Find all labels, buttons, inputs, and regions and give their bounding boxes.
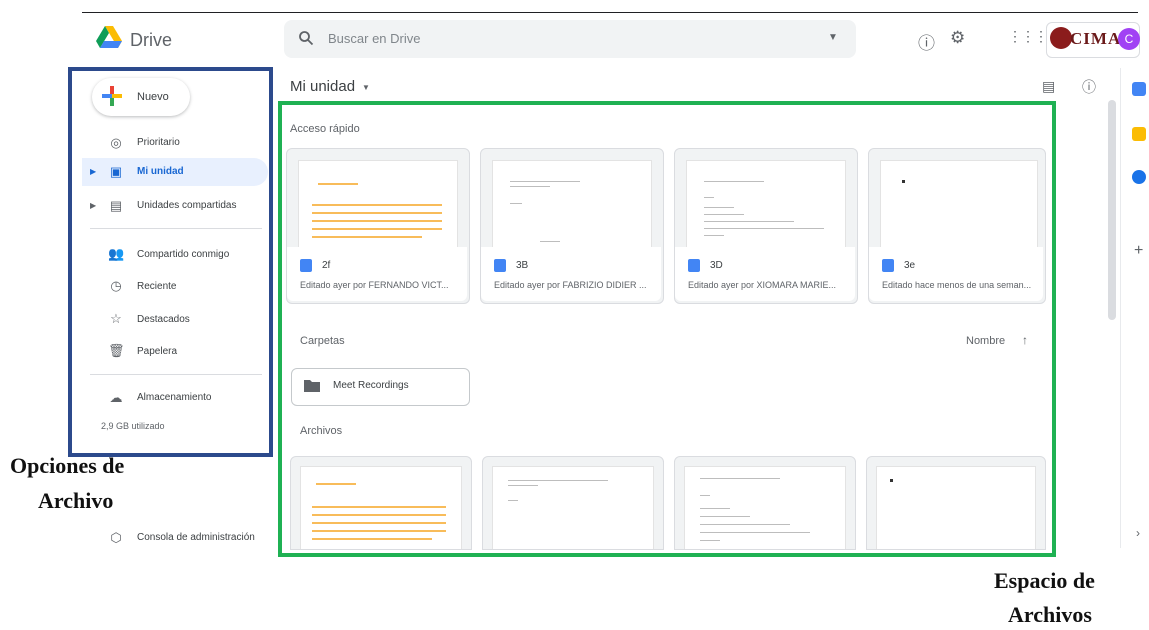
search-input[interactable]: Buscar en Drive <box>328 31 420 46</box>
org-logo-icon <box>1050 27 1072 49</box>
side-panel-divider <box>1120 68 1121 548</box>
calendar-icon[interactable] <box>1132 82 1146 96</box>
chevron-down-icon[interactable]: ▼ <box>362 83 370 92</box>
top-rule <box>82 12 1138 13</box>
help-icon[interactable]: ⓘ <box>918 29 935 54</box>
admin-console-icon: ⬡ <box>110 530 122 545</box>
app-name: Drive <box>130 30 173 50</box>
list-view-icon[interactable]: ▤ <box>1042 78 1055 95</box>
chevron-right-icon[interactable]: › <box>1136 526 1140 540</box>
settings-gear-icon[interactable]: ⚙ <box>950 28 965 48</box>
right-caption-line2: Archivos <box>1008 602 1092 627</box>
scrollbar[interactable] <box>1108 100 1116 320</box>
left-caption-line1: Opciones de <box>10 453 125 478</box>
search-options-icon[interactable]: ▼ <box>828 32 838 43</box>
file-options-highlight-box <box>68 67 273 457</box>
file-space-highlight-box <box>278 101 1056 557</box>
apps-grid-icon[interactable]: ⋮⋮⋮ <box>1008 28 1048 45</box>
right-caption-line1: Espacio de <box>994 568 1095 593</box>
tasks-icon[interactable] <box>1132 170 1146 184</box>
sidebar-item-consola-admin[interactable]: Consola de administración <box>137 532 255 543</box>
org-logo-text: CIMA <box>1070 29 1122 48</box>
drive-logo-icon <box>96 26 122 48</box>
left-caption-line2: Archivo <box>38 488 114 513</box>
add-addon-icon[interactable]: + <box>1134 242 1143 260</box>
keep-icon[interactable] <box>1132 127 1146 141</box>
search-icon[interactable] <box>298 30 314 46</box>
info-icon[interactable]: ⓘ <box>1082 77 1096 97</box>
page-title[interactable]: Mi unidad <box>290 78 355 95</box>
avatar[interactable]: C <box>1118 28 1140 50</box>
